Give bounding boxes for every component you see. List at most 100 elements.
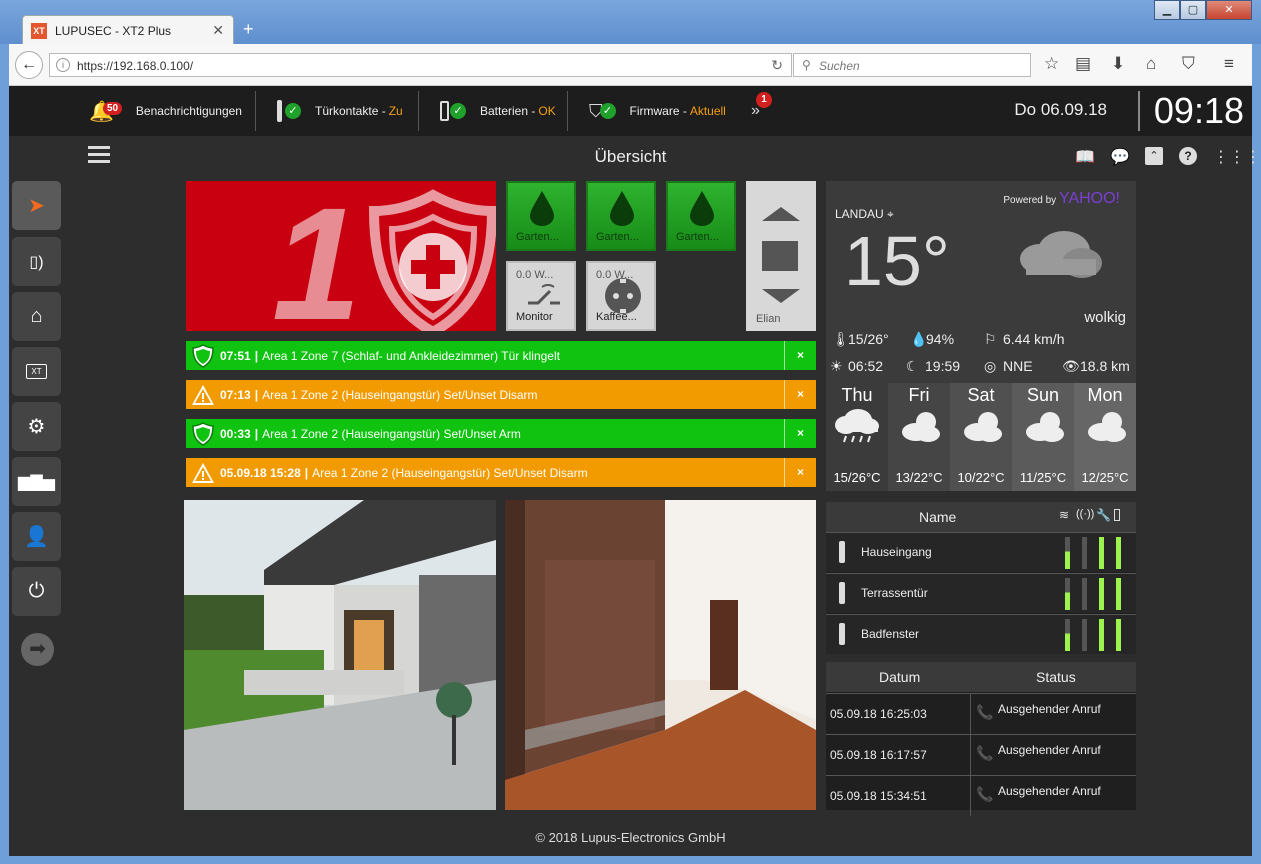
weather-temperature: 15° [844, 222, 950, 300]
warning-icon [186, 380, 220, 409]
tile-garden-1[interactable]: Garten... [506, 181, 576, 251]
sidebar-item-statistics[interactable]: ▆▇▅ [12, 457, 61, 506]
call-row[interactable]: 05.09.18 16:17:57 📞 Ausgehender Anruf [826, 734, 1136, 775]
signal-bar [1099, 619, 1104, 651]
event-separator: | [254, 387, 259, 402]
weather-direction: NNE [1003, 358, 1033, 374]
sidebar-item-users[interactable]: 👤 [12, 512, 61, 561]
event-text: Area 1 Zone 2 (Hauseingangstür) Set/Unse… [262, 426, 521, 441]
event-row[interactable]: 07:13 | Area 1 Zone 2 (Hauseingangstür) Se… [186, 380, 816, 409]
sidebar-expand-button[interactable]: ➡ [21, 633, 54, 666]
sidebar-item-home[interactable]: ➤ [12, 181, 61, 230]
event-row[interactable]: 00:33 | Area 1 Zone 2 (Hauseingangstür) Se… [186, 419, 816, 448]
sidebar-item-sensors[interactable]: ▯) [12, 237, 61, 286]
shutter-stop-icon[interactable] [762, 241, 798, 271]
call-row[interactable]: 05.09.18 16:25:03 📞 Ausgehender Anruf [826, 693, 1136, 734]
firmware-item[interactable]: ⛉ ✓ Firmware - Aktuell [589, 86, 726, 136]
sensor-name: Badfenster [861, 627, 920, 641]
tile-coffee[interactable]: 0.0 W... Kaffee... [586, 261, 656, 331]
tile-garden-2[interactable]: Garten... [586, 181, 656, 251]
forecast-day-name: Sun [1026, 385, 1060, 405]
reload-icon[interactable]: ↻ [771, 57, 783, 74]
phone-outgoing-icon: 📞 [976, 786, 994, 802]
search-field[interactable]: ⚲ Suchen [793, 53, 1031, 77]
camera-image-hallway[interactable] [505, 500, 816, 810]
batteries-item[interactable]: ✓ Batterien - OK [440, 86, 556, 136]
search-placeholder: Suchen [819, 59, 860, 73]
battery-icon [440, 101, 449, 121]
water-drop-icon [530, 191, 554, 226]
book-icon[interactable]: 📖 [1075, 147, 1095, 166]
sidebar-item-settings[interactable]: ⚙ [12, 402, 61, 451]
signal-bar [1099, 537, 1104, 569]
close-icon[interactable]: × [784, 419, 816, 448]
event-row[interactable]: 07:51 | Area 1 Zone 7 (Schlaf- und Ankleid… [186, 341, 816, 370]
forecast-temps: 12/25°C [1081, 470, 1129, 485]
call-status: Ausgehender Anruf [998, 702, 1101, 716]
forecast-day-name: Sat [967, 385, 995, 405]
alarm-area-tile[interactable]: 1 [186, 181, 496, 331]
event-separator: | [254, 348, 259, 363]
info-icon[interactable]: i [56, 58, 70, 72]
check-icon: ✓ [599, 103, 616, 119]
partly-cloudy-icon [964, 412, 1002, 442]
sensor-row[interactable]: Terrassentür [826, 573, 1136, 613]
close-tab-icon[interactable]: ✕ [212, 22, 224, 39]
browser-tab[interactable]: XT LUPUSEC - XT2 Plus ✕ [22, 15, 234, 45]
reading-list-icon[interactable]: ▤ [1075, 54, 1091, 74]
help-icon[interactable]: ? [1179, 147, 1197, 165]
download-icon[interactable]: ⬇ [1111, 54, 1125, 74]
power-icon: ⏻ [28, 580, 45, 602]
grid-icon[interactable]: ⋮⋮⋮ [1213, 147, 1261, 166]
weather-powered-by: Powered by YAHOO! [1003, 190, 1120, 208]
maximize-button[interactable]: ▢ [1180, 0, 1206, 20]
home-icon[interactable]: ⌂ [1146, 54, 1156, 74]
camera-image-exterior[interactable] [184, 500, 496, 810]
new-tab-button[interactable]: + [243, 20, 254, 38]
close-icon[interactable]: × [784, 341, 816, 370]
close-icon[interactable]: × [784, 458, 816, 487]
shutter-down-icon[interactable] [762, 289, 800, 303]
tile-monitor[interactable]: 0.0 W... Monitor [506, 261, 576, 331]
back-button[interactable]: ← [15, 51, 43, 79]
xt-device-icon: XT [26, 364, 47, 379]
notifications-item[interactable]: 🔔 50 Benachrichtigungen [89, 86, 242, 136]
sensor-row[interactable]: Hauseingang [826, 532, 1136, 572]
pocket-icon[interactable]: ⛉ [1182, 54, 1195, 74]
sidebar-item-device[interactable]: XT [12, 347, 61, 396]
call-row[interactable]: 05.09.18 15:34:51 📞 Ausgehender Anruf [826, 775, 1136, 816]
sidebar-item-house[interactable]: ⌂ [12, 292, 61, 341]
shutter-tile[interactable]: Elian [746, 181, 816, 331]
partly-cloudy-icon [902, 412, 940, 442]
menu-icon[interactable]: ≡ [1224, 54, 1234, 74]
event-text: Area 1 Zone 7 (Schlaf- und Ankleidezimme… [262, 348, 560, 363]
weather-city: LANDAU ⌖ [835, 207, 894, 222]
forecast-day: Sat 10/22°C [950, 383, 1012, 491]
collapse-icon[interactable]: ⌃ [1145, 147, 1163, 165]
minimize-button[interactable]: ▁ [1154, 0, 1180, 20]
shutter-up-icon[interactable] [762, 207, 800, 221]
close-icon[interactable]: × [784, 380, 816, 409]
signal-bar [1116, 537, 1121, 569]
tile-garden-3[interactable]: Garten... [666, 181, 736, 251]
close-window-button[interactable]: ✕ [1206, 0, 1252, 20]
check-icon: ✓ [285, 103, 301, 119]
chat-icon[interactable]: 💬 [1110, 147, 1130, 166]
battery-icon [1114, 509, 1120, 521]
door-contacts-item[interactable]: ✓ Türkontakte - Zu [277, 86, 403, 136]
sidebar-item-power[interactable]: ⏻ [12, 567, 61, 616]
signal-bar [1082, 537, 1087, 569]
hallway-interior-image [505, 500, 816, 810]
wrench-icon: 🔧 [1096, 508, 1111, 522]
bird-icon: ➤ [28, 195, 45, 217]
phone-outgoing-icon: 📞 [976, 745, 994, 761]
event-message: 07:13 | Area 1 Zone 2 (Hauseingangstür) Se… [220, 388, 784, 402]
more-item[interactable]: » 1 [751, 86, 772, 136]
house-icon: ⌂ [30, 305, 43, 327]
event-row[interactable]: 05.09.18 15:28 | Area 1 Zone 2 (Hauseingan… [186, 458, 816, 487]
phone-outgoing-icon: 📞 [976, 704, 994, 720]
bookmark-star-icon[interactable]: ☆ [1044, 54, 1059, 74]
sensor-row[interactable]: Badfenster [826, 614, 1136, 654]
url-bar[interactable]: i https://192.168.0.100/ ↻ [49, 53, 792, 77]
call-date: 05.09.18 16:17:57 [830, 748, 927, 762]
